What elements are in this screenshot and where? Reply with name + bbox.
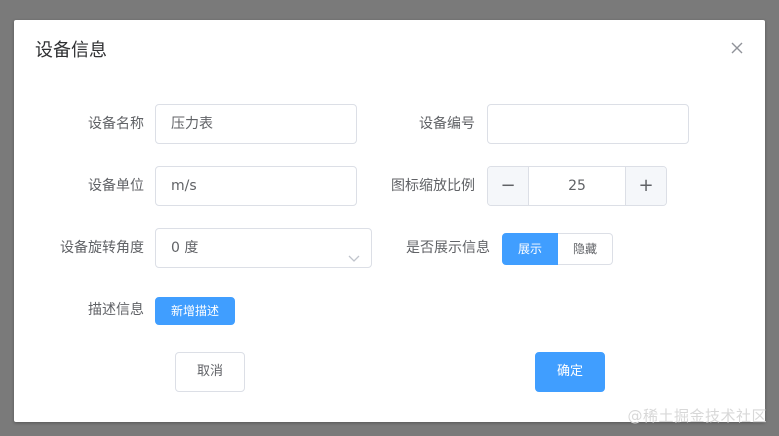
show-option[interactable]: 展示 [502,233,558,265]
rotation-select[interactable]: 0 度 [155,228,372,268]
dialog-title: 设备信息 [35,40,107,61]
watermark: @稀土掘金技术社区 [627,407,767,425]
hide-option[interactable]: 隐藏 [558,233,613,265]
device-unit-value: m/s [171,178,197,194]
cancel-button[interactable]: 取消 [175,352,245,392]
device-name-value: 压力表 [171,116,213,132]
icon-scale-stepper: − 25 + [487,166,667,206]
chevron-down-icon [347,242,361,262]
show-info-label: 是否展示信息 [406,240,490,256]
device-code-input[interactable] [487,104,689,144]
device-name-label: 设备名称 [88,116,144,132]
confirm-button[interactable]: 确定 [535,352,605,392]
device-unit-label: 设备单位 [88,178,144,194]
icon-scale-label: 图标缩放比例 [391,178,475,194]
device-name-input[interactable]: 压力表 [155,104,357,144]
device-code-label: 设备编号 [419,116,475,132]
decrease-button[interactable]: − [488,167,529,205]
close-icon[interactable] [729,40,745,56]
increase-button[interactable]: + [625,167,666,205]
rotation-label: 设备旋转角度 [60,240,144,256]
show-info-radio-group: 展示 隐藏 [502,233,613,265]
rotation-value: 0 度 [171,240,199,256]
device-info-dialog: 设备信息 设备名称 压力表 设备编号 设备单位 m/s 图标缩放比例 − 25 … [14,20,765,422]
icon-scale-value[interactable]: 25 [529,167,625,205]
device-unit-input[interactable]: m/s [155,166,357,206]
description-label: 描述信息 [88,302,144,318]
add-description-button[interactable]: 新增描述 [155,297,235,325]
